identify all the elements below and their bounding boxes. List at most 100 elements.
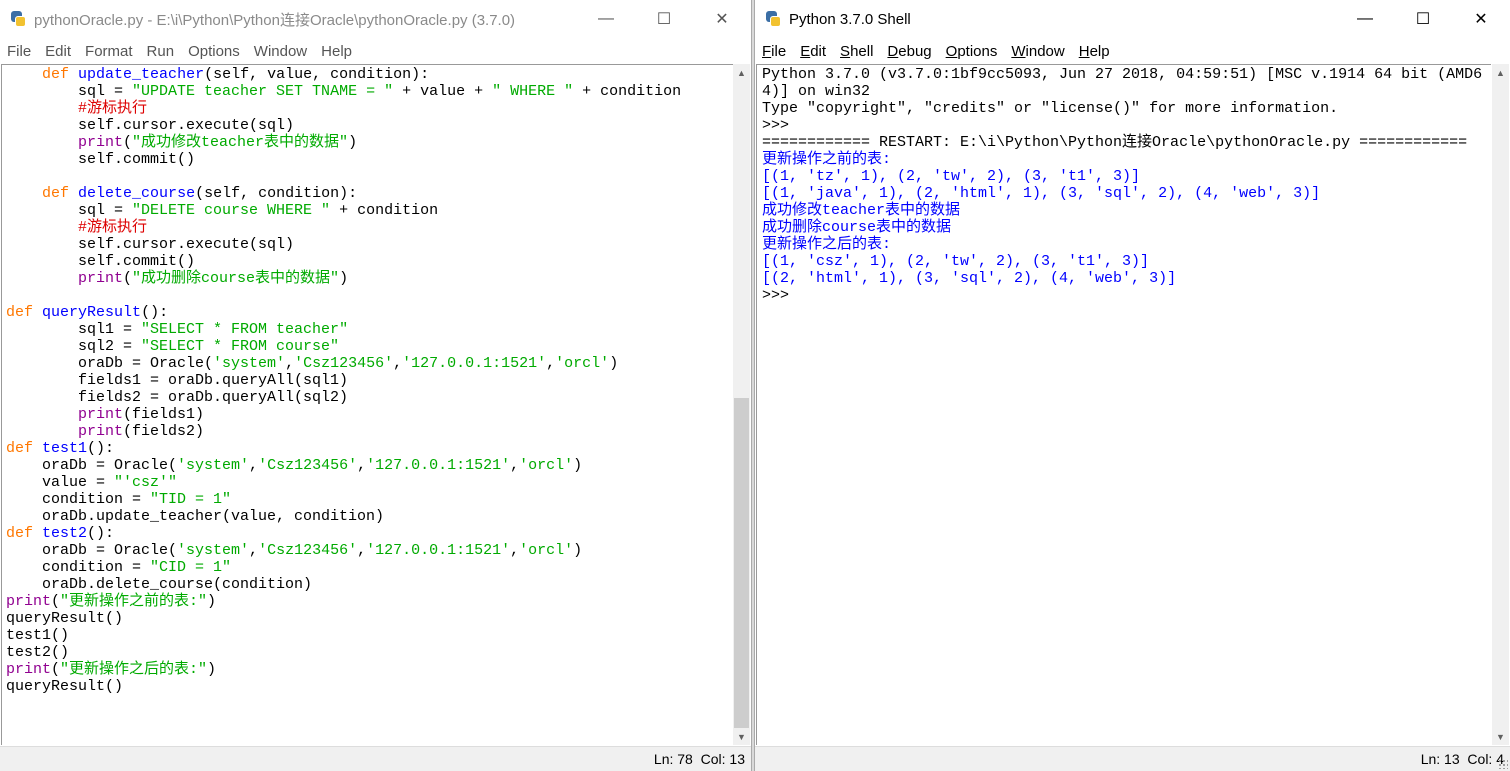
scroll-down-icon[interactable]: ▼ <box>1492 728 1509 745</box>
code-line: def test2(): <box>6 525 115 542</box>
shell-line: [(1, 'java', 1), (2, 'html', 1), (3, 'sq… <box>762 185 1321 202</box>
shell-scrollbar[interactable]: ▲ ▼ <box>1492 64 1509 745</box>
shell-line: 4)] on win32 <box>762 83 871 100</box>
code-line: def delete_course(self, condition): <box>42 185 358 202</box>
menu-file[interactable]: File <box>0 43 38 60</box>
close-icon: ✕ <box>715 11 729 28</box>
line-number: Ln: 78 <box>653 751 693 767</box>
code-line: self.commit() <box>6 253 196 270</box>
code-editor[interactable]: def update_teacher(self, value, conditio… <box>1 64 733 745</box>
code-line: ​ <box>6 287 733 304</box>
shell-line: Type "copyright", "credits" or "license(… <box>762 100 1339 117</box>
menu-window[interactable]: Window <box>1004 43 1071 60</box>
menu-debug[interactable]: Debug <box>880 43 938 60</box>
code-line: oraDb.delete_course(condition) <box>6 576 313 593</box>
code-line: ​ <box>6 168 733 185</box>
minimize-button[interactable]: — <box>1336 0 1394 38</box>
menu-help[interactable]: Help <box>1072 43 1117 60</box>
menu-help[interactable]: Help <box>314 43 359 60</box>
column-number: Col: 13 <box>700 751 745 767</box>
editor-scrollbar[interactable]: ▲ ▼ <box>733 64 750 745</box>
code-line: print(fields2) <box>78 423 205 440</box>
menu-options[interactable]: Options <box>181 43 247 60</box>
shell-title: Python 3.7.0 Shell <box>789 10 911 28</box>
shell-line: [(1, 'tz', 1), (2, 'tw', 2), (3, 't1', 3… <box>762 168 1141 185</box>
shell-line: >>> <box>762 287 799 304</box>
shell-statusbar: Ln: 13 Col: 4 <box>755 746 1510 771</box>
menu-edit[interactable]: Edit <box>793 43 833 60</box>
maximize-button[interactable]: ☐ <box>1394 0 1452 38</box>
code-line: sql1 = "SELECT * FROM teacher" <box>6 321 349 338</box>
code-line: def queryResult(): <box>6 304 169 321</box>
shell-window: Python 3.7.0 Shell — ☐ ✕ File Edit Shell… <box>754 0 1510 771</box>
code-line: print("成功修改teacher表中的数据") <box>78 134 358 151</box>
code-line: sql = "DELETE course WHERE " + condition <box>6 202 439 219</box>
code-line: test2() <box>6 644 70 661</box>
menu-edit[interactable]: Edit <box>38 43 78 60</box>
editor-titlebar[interactable]: pythonOracle.py - E:\i\Python\Python连接Or… <box>0 0 751 38</box>
scroll-down-icon[interactable]: ▼ <box>733 728 750 745</box>
code-line: print(fields1) <box>78 406 205 423</box>
code-line: queryResult() <box>6 678 124 695</box>
code-line: #游标执行 <box>78 219 148 236</box>
close-button[interactable]: ✕ <box>693 0 751 38</box>
maximize-button[interactable]: ☐ <box>635 0 693 38</box>
code-line: queryResult() <box>6 610 124 627</box>
code-line: value = "'csz'" <box>6 474 178 491</box>
code-line: def update_teacher(self, value, conditio… <box>42 66 430 83</box>
menu-options[interactable]: Options <box>939 43 1005 60</box>
code-line: fields1 = oraDb.queryAll(sql1) <box>6 372 349 389</box>
menu-window[interactable]: Window <box>247 43 314 60</box>
minimize-icon: — <box>1357 10 1373 27</box>
shell-line: >>> <box>762 117 799 134</box>
shell-menubar: File Edit Shell Debug Options Window Hel… <box>755 38 1510 64</box>
code-line: test1() <box>6 627 70 644</box>
code-line: oraDb = Oracle('system','Csz123456','127… <box>6 355 619 372</box>
code-line: self.commit() <box>6 151 196 168</box>
scroll-thumb[interactable] <box>734 398 749 728</box>
code-line: print("更新操作之前的表:") <box>6 593 217 610</box>
code-line: print("更新操作之后的表:") <box>6 661 217 678</box>
minimize-icon: — <box>598 10 614 27</box>
shell-line: 更新操作之后的表: <box>762 236 892 253</box>
shell-line: ============ RESTART: E:\i\Python\Python… <box>762 134 1468 151</box>
menu-file[interactable]: File <box>755 43 793 60</box>
editor-menubar: File Edit Format Run Options Window Help <box>0 38 751 64</box>
close-icon: ✕ <box>1474 11 1488 28</box>
minimize-button[interactable]: — <box>577 0 635 38</box>
line-number: Ln: 13 <box>1420 751 1460 767</box>
code-line: oraDb.update_teacher(value, condition) <box>6 508 385 525</box>
scroll-up-icon[interactable]: ▲ <box>1492 64 1509 81</box>
editor-title: pythonOracle.py - E:\i\Python\Python连接Or… <box>34 11 516 29</box>
code-line: condition = "CID = 1" <box>6 559 232 576</box>
code-line: sql = "UPDATE teacher SET TNAME = " + va… <box>6 83 682 100</box>
menu-run[interactable]: Run <box>140 43 182 60</box>
shell-line: 更新操作之前的表: <box>762 151 892 168</box>
code-line: oraDb = Oracle('system','Csz123456','127… <box>6 542 583 559</box>
shell-line: [(1, 'csz', 1), (2, 'tw', 2), (3, 't1', … <box>762 253 1150 270</box>
python-shell-icon <box>765 11 781 27</box>
code-line: #游标执行 <box>78 100 148 117</box>
shell-line: 成功修改teacher表中的数据 <box>762 202 961 219</box>
python-file-icon <box>10 11 26 27</box>
close-button[interactable]: ✕ <box>1452 0 1510 38</box>
scroll-up-icon[interactable]: ▲ <box>733 64 750 81</box>
resize-grip-icon[interactable] <box>1498 759 1508 769</box>
code-line: sql2 = "SELECT * FROM course" <box>6 338 340 355</box>
code-line: fields2 = oraDb.queryAll(sql2) <box>6 389 349 406</box>
shell-line: Python 3.7.0 (v3.7.0:1bf9cc5093, Jun 27 … <box>762 66 1483 83</box>
editor-statusbar: Ln: 78 Col: 13 <box>0 746 751 771</box>
code-line: oraDb = Oracle('system','Csz123456','127… <box>6 457 583 474</box>
menu-shell[interactable]: Shell <box>833 43 880 60</box>
shell-output[interactable]: Python 3.7.0 (v3.7.0:1bf9cc5093, Jun 27 … <box>756 64 1491 745</box>
shell-titlebar[interactable]: Python 3.7.0 Shell — ☐ ✕ <box>755 0 1510 38</box>
code-line: condition = "TID = 1" <box>6 491 232 508</box>
code-line: self.cursor.execute(sql) <box>6 117 295 134</box>
code-line: def test1(): <box>6 440 115 457</box>
code-line: self.cursor.execute(sql) <box>6 236 295 253</box>
shell-line: 成功删除course表中的数据 <box>762 219 952 236</box>
maximize-icon: ☐ <box>656 11 672 28</box>
shell-line: [(2, 'html', 1), (3, 'sql', 2), (4, 'web… <box>762 270 1177 287</box>
editor-window: pythonOracle.py - E:\i\Python\Python连接Or… <box>0 0 752 771</box>
menu-format[interactable]: Format <box>78 43 140 60</box>
